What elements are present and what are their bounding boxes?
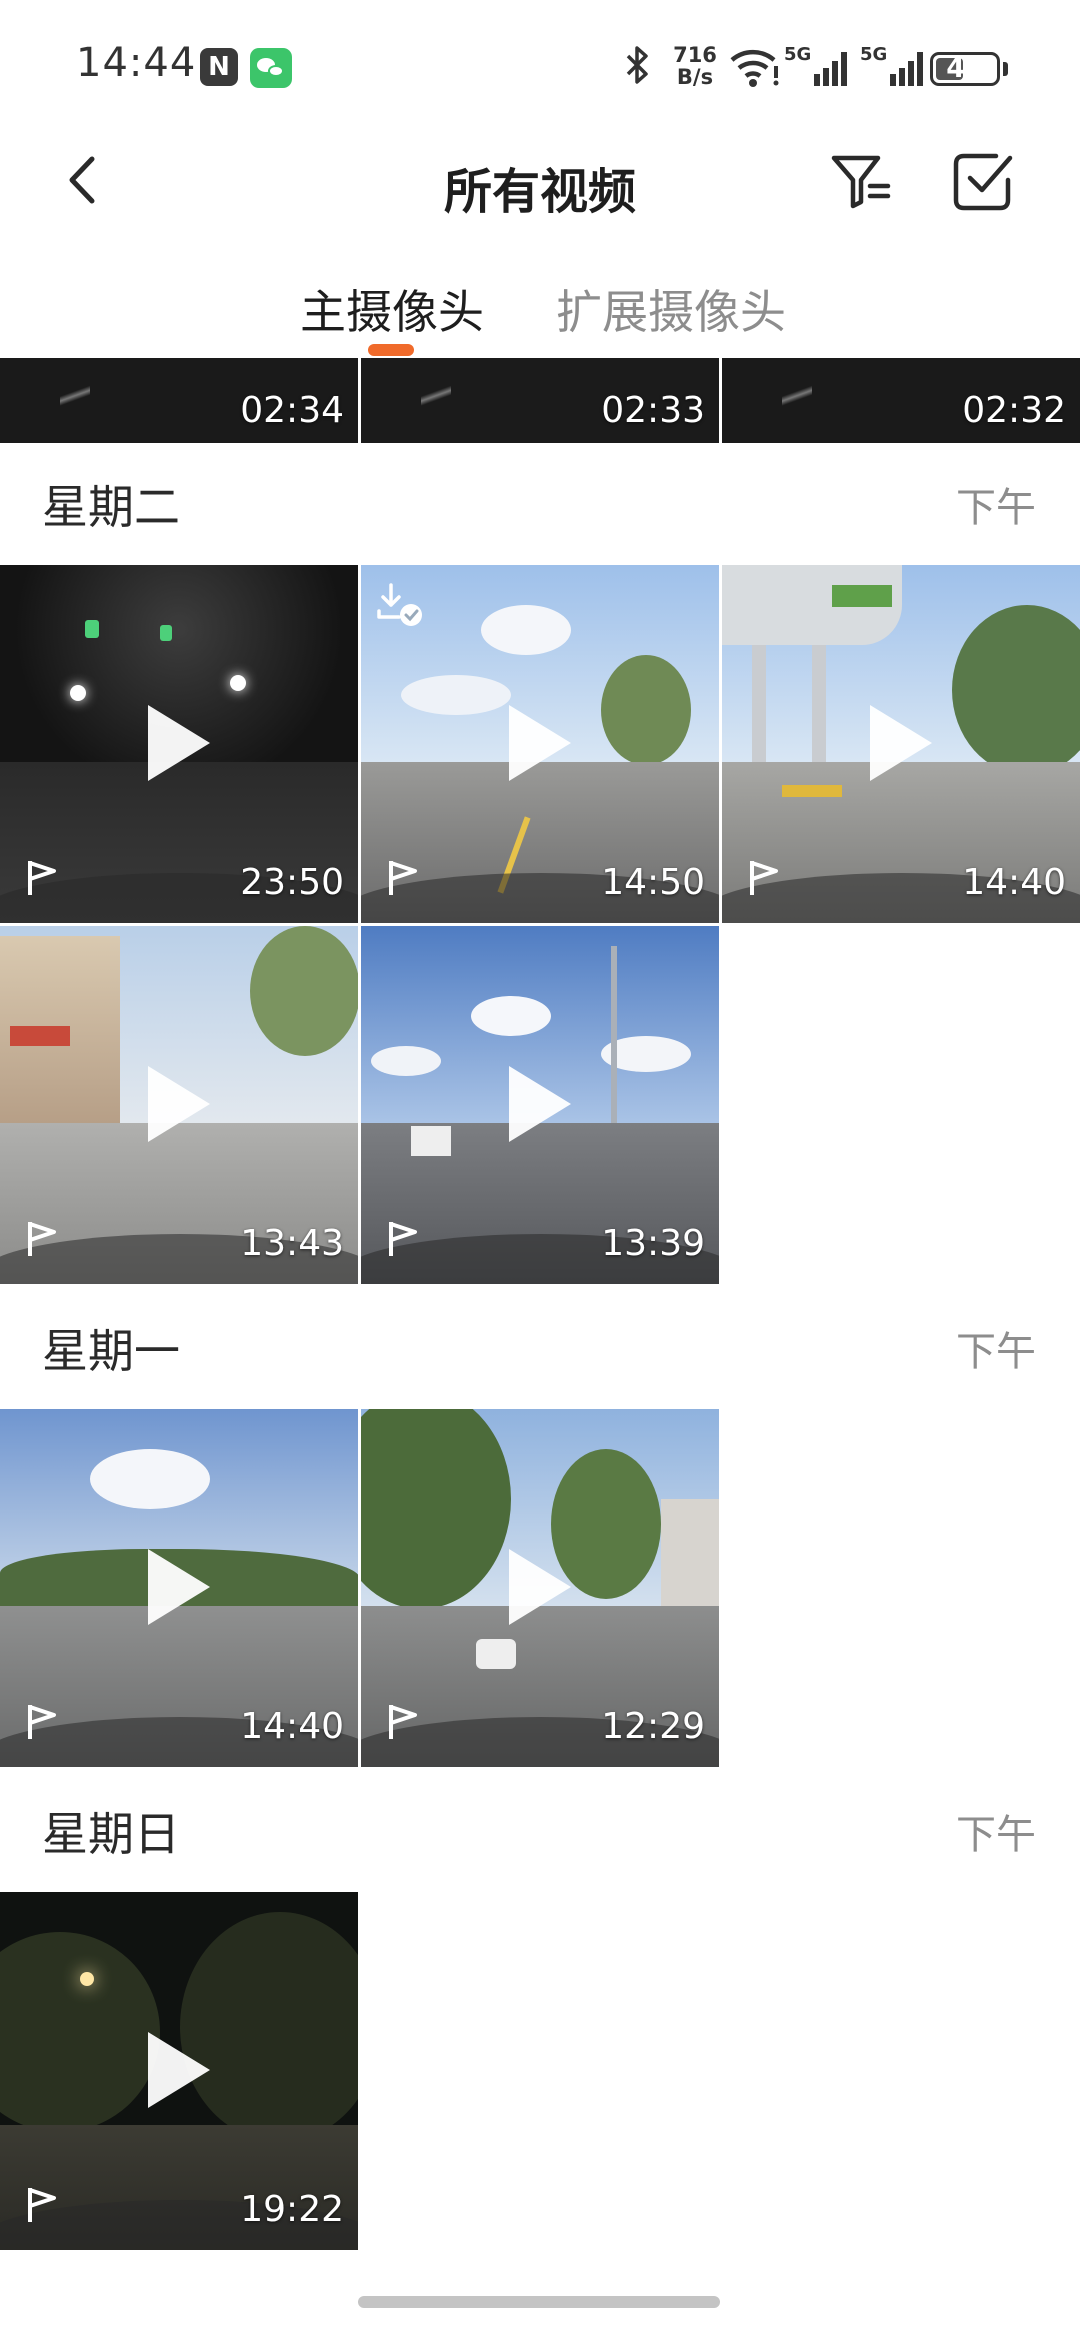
battery-icon: 46 (930, 52, 1000, 86)
bluetooth-icon (622, 44, 652, 96)
active-tab-indicator (368, 344, 414, 356)
day-period: 下午 (956, 1329, 1036, 1375)
chevron-left-icon (69, 156, 95, 204)
street-light (80, 1972, 94, 1986)
toll-sign (832, 585, 892, 607)
play-icon (870, 705, 932, 781)
road-line (60, 358, 90, 443)
nfc-icon: N (200, 48, 238, 86)
video-thumbnail[interactable]: 13:39 (361, 926, 719, 1284)
video-duration: 12:29 (601, 1706, 705, 1747)
page-title: 所有视频 (443, 164, 636, 220)
network-speed-value: 716 (673, 43, 717, 67)
road-line (782, 358, 812, 443)
video-thumbnail[interactable]: 02:32 (722, 358, 1080, 443)
cloud (401, 675, 511, 715)
tunnel-sign (85, 620, 99, 638)
tab-main-camera[interactable]: 主摄像头 (300, 276, 484, 342)
play-icon (148, 1549, 210, 1625)
day-label: 星期日 (42, 1807, 180, 1861)
cloud (481, 605, 571, 655)
network-speed-unit: B/s (676, 65, 714, 89)
checkbox-icon (953, 153, 1013, 211)
road-line (421, 358, 451, 443)
tab-extended-camera[interactable]: 扩展摄像头 (556, 276, 786, 342)
video-thumbnail[interactable]: 19:22 (0, 1892, 358, 2250)
light-pole (611, 946, 617, 1146)
tunnel-sign (160, 625, 172, 641)
video-thumbnail[interactable]: 14:40 (722, 565, 1080, 923)
video-duration: 13:39 (601, 1223, 705, 1264)
play-icon (148, 705, 210, 781)
filter-icon (831, 155, 891, 209)
day-group-header: 星期日 下午 (0, 1770, 1080, 1892)
camera-tabs: 主摄像头 扩展摄像头 (0, 250, 1080, 358)
video-duration: 14:50 (601, 862, 705, 903)
video-duration: 14:40 (240, 1706, 344, 1747)
flag-icon (750, 861, 778, 895)
flag-icon (28, 1222, 56, 1256)
video-duration: 02:32 (962, 390, 1066, 431)
status-bar: 14:44 N 716 B/s 5G 5G 46 (0, 0, 1080, 120)
filter-button[interactable] (828, 148, 894, 214)
flag-icon (28, 2188, 56, 2222)
app-header: 所有视频 (0, 120, 1080, 250)
wifi-icon (728, 46, 780, 92)
video-grid: 02:34 02:33 02:32 星期二 下午 23:50 14:50 14:… (0, 358, 1080, 2258)
car (476, 1639, 516, 1669)
play-icon (509, 1549, 571, 1625)
video-thumbnail[interactable]: 14:40 (0, 1409, 358, 1767)
video-thumbnail[interactable]: 14:50 (361, 565, 719, 923)
flag-icon (28, 861, 56, 895)
multi-select-button[interactable] (950, 148, 1016, 214)
flag-icon (389, 1705, 417, 1739)
wechat-notification-icon (250, 48, 292, 88)
video-thumbnail[interactable]: 13:43 (0, 926, 358, 1284)
cloud (90, 1449, 210, 1509)
day-label: 星期一 (42, 1324, 180, 1378)
play-icon (148, 2032, 210, 2108)
play-icon (509, 705, 571, 781)
flag-icon (389, 1222, 417, 1256)
cloud (371, 1046, 441, 1076)
video-thumbnail[interactable]: 02:34 (0, 358, 358, 443)
barrier (782, 785, 842, 797)
cloud (471, 996, 551, 1036)
video-duration: 23:50 (240, 862, 344, 903)
status-time: 14:44 (76, 40, 197, 86)
day-label: 星期二 (42, 480, 180, 534)
day-period: 下午 (956, 485, 1036, 531)
flag-icon (389, 861, 417, 895)
flag-icon (28, 1705, 56, 1739)
bus (411, 1126, 451, 1156)
video-duration: 02:34 (240, 390, 344, 431)
battery-tip (1003, 62, 1008, 76)
tree (250, 926, 358, 1056)
video-duration: 19:22 (240, 2189, 344, 2230)
day-period: 下午 (956, 1812, 1036, 1858)
tunnel-light (230, 675, 246, 691)
video-thumbnail[interactable]: 12:29 (361, 1409, 719, 1767)
video-duration: 13:43 (240, 1223, 344, 1264)
building (661, 1499, 719, 1609)
download-done-icon (377, 583, 422, 626)
back-button[interactable] (50, 145, 120, 215)
battery-percent: 46 (946, 53, 984, 84)
network-speed: 716 B/s (670, 44, 720, 88)
video-duration: 02:33 (601, 390, 705, 431)
play-icon (509, 1066, 571, 1142)
day-group-header: 星期二 下午 (0, 443, 1080, 565)
day-group-header: 星期一 下午 (0, 1287, 1080, 1409)
video-duration: 14:40 (962, 862, 1066, 903)
home-indicator[interactable] (358, 2296, 720, 2308)
video-thumbnail[interactable]: 02:33 (361, 358, 719, 443)
shop-sign (10, 1026, 70, 1046)
video-thumbnail[interactable]: 23:50 (0, 565, 358, 923)
tree (601, 655, 691, 765)
play-icon (148, 1066, 210, 1142)
tunnel-light (70, 685, 86, 701)
